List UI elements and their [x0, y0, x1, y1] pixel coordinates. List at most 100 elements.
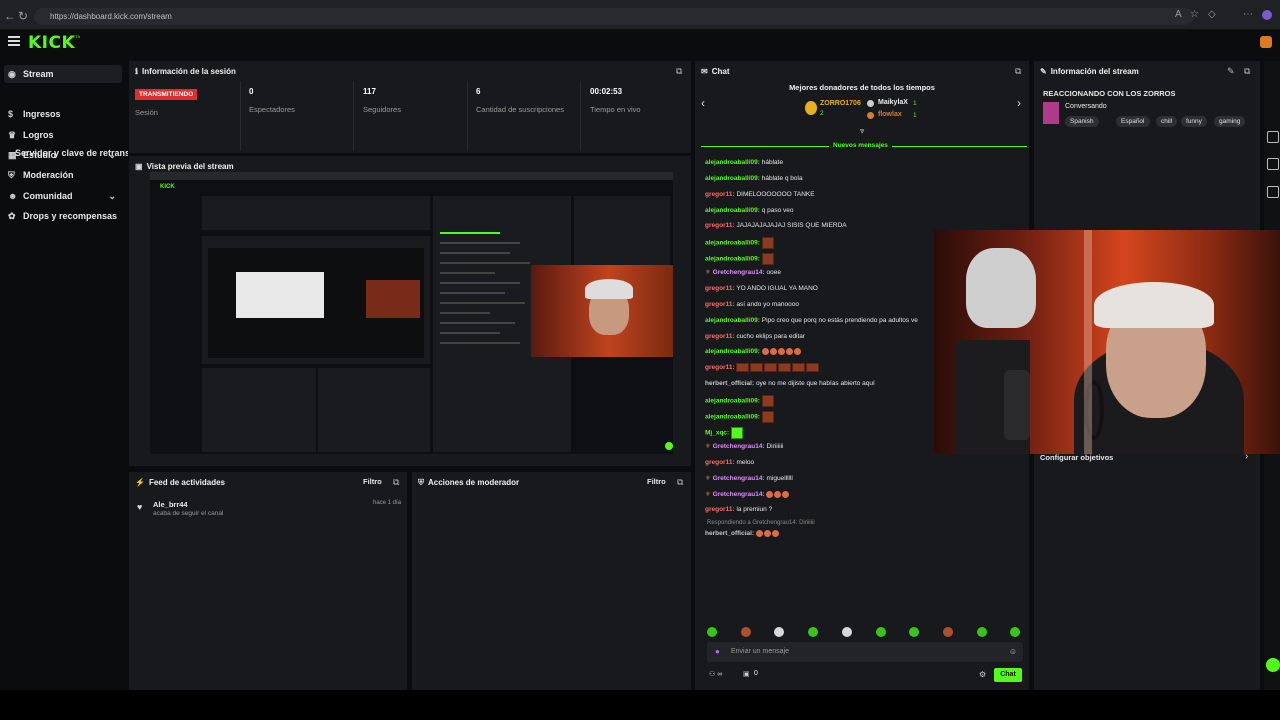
chat-username[interactable]: alejandroaballi09:: [705, 256, 760, 263]
chat-username[interactable]: Gretchengrau14:: [713, 269, 765, 276]
edit-icon[interactable]: ✎: [1227, 66, 1235, 77]
badge-icon: ⚜: [705, 475, 713, 482]
session-label: Sesión: [135, 108, 158, 117]
emote-shortcut-icon[interactable]: [942, 627, 953, 637]
category-thumbnail[interactable]: [1043, 102, 1059, 124]
back-icon[interactable]: ←: [4, 9, 16, 23]
sidebar-item-community[interactable]: ☻ Comunidad ⌄: [4, 187, 122, 205]
chat-message: ⚜ Gretchengrau14: ooee: [705, 268, 781, 278]
chat-username[interactable]: gregor11:: [705, 222, 735, 229]
chat-text: Diriiiiii: [766, 443, 784, 450]
emote-shortcut-icon[interactable]: [740, 627, 751, 637]
profile-icon[interactable]: [1262, 10, 1272, 20]
chat-username[interactable]: gregor11:: [705, 301, 735, 308]
popout-icon[interactable]: ⧉: [1244, 66, 1250, 77]
chat-username[interactable]: gregor11:: [705, 285, 735, 292]
sidebar-item-drops[interactable]: ✿ Drops y recompensas: [4, 207, 122, 225]
tag: chill: [1156, 116, 1178, 127]
emote-shortcut-icon[interactable]: [808, 627, 819, 637]
chat-send-button[interactable]: Chat: [994, 668, 1022, 682]
chat-username[interactable]: alejandroaballi09:: [705, 159, 760, 166]
chat-username[interactable]: herbert_official:: [705, 380, 754, 387]
stream-preview-video[interactable]: KICK: [150, 172, 673, 454]
category-name[interactable]: Conversando: [1065, 103, 1107, 110]
sidebar-item-studio[interactable]: ▦ Estudio ⌄: [4, 146, 122, 164]
chat-username[interactable]: alejandroaballi09:: [705, 240, 760, 247]
emote-shortcut-icon[interactable]: [1010, 627, 1021, 637]
preview-nested-webcam: [366, 280, 420, 318]
star-icon[interactable]: ☆: [1190, 9, 1199, 20]
gift-icon[interactable]: ▣: [743, 670, 750, 678]
chat-username[interactable]: Mj_xqc:: [705, 430, 729, 437]
chat-username[interactable]: alejandroaballi09:: [705, 398, 760, 405]
sidebar-item-moderation[interactable]: ⛨ Moderación: [4, 166, 122, 184]
emote-shortcut-icon[interactable]: [976, 627, 987, 637]
chat-username[interactable]: Gretchengrau14:: [713, 491, 765, 498]
translate-icon[interactable]: A: [1175, 9, 1182, 20]
rail-button[interactable]: [1267, 158, 1279, 170]
chat-message: alejandroaballi09: háblate: [705, 158, 783, 168]
chat-username[interactable]: gregor11:: [705, 506, 735, 513]
extensions-icon[interactable]: ◇: [1208, 9, 1216, 20]
user-avatar[interactable]: [1260, 36, 1272, 48]
emote-shortcut-icon[interactable]: [774, 627, 785, 637]
rail-button[interactable]: [1267, 131, 1279, 143]
chat-bubble-icon[interactable]: [1266, 658, 1280, 672]
sidebar-item-stream[interactable]: ◉ Stream: [4, 65, 122, 83]
emoji-icon[interactable]: ☺: [1009, 642, 1017, 662]
filter-button[interactable]: Filtro: [647, 477, 666, 486]
hamburger-menu-icon[interactable]: [8, 36, 20, 46]
activity-user[interactable]: Ale_brr44: [153, 500, 188, 509]
chat-username[interactable]: alejandroaballi09:: [705, 348, 760, 355]
emote-shortcut-icon[interactable]: [875, 627, 886, 637]
popout-icon[interactable]: ⧉: [677, 477, 683, 488]
chat-message: alejandroaballi09:: [705, 395, 775, 407]
line: [440, 252, 510, 254]
donor-name[interactable]: ZORRO1706: [820, 100, 861, 107]
emoji-icon: [771, 529, 779, 537]
emote-shortcut-icon[interactable]: [909, 627, 920, 637]
chat-username[interactable]: alejandroaballi09:: [705, 175, 760, 182]
configure-goals[interactable]: Configurar objetivos: [1040, 453, 1113, 462]
donors-title: Mejores donadores de todos los tiempos: [789, 83, 935, 92]
filter-button[interactable]: Filtro: [363, 477, 382, 486]
chat-input[interactable]: ● Enviar un mensaje ☺: [707, 642, 1023, 662]
chat-username[interactable]: herbert_official:: [705, 530, 754, 537]
chat-message: alejandroaballi09:: [705, 237, 775, 249]
chat-text: JAJAJAJAJAJAJ SISIS QUE MIERDA: [736, 222, 847, 229]
chevron-right-icon[interactable]: ›: [1017, 96, 1021, 110]
chat-username[interactable]: alejandroaballi09:: [705, 317, 760, 324]
preview-logo: KICK: [160, 184, 175, 190]
menu-dots-icon[interactable]: ⋯: [1243, 9, 1253, 20]
chat-username[interactable]: gregor11:: [705, 364, 735, 371]
emote-shortcut-icon[interactable]: [841, 627, 852, 637]
chat-username[interactable]: gregor11:: [705, 191, 735, 198]
sidebar-item-achievements[interactable]: ♛ Logros: [4, 126, 122, 144]
popout-icon[interactable]: ⧉: [676, 66, 682, 77]
stat-label: Seguidores: [363, 105, 401, 114]
donor-name[interactable]: MaikylaX: [878, 99, 908, 106]
community-icon[interactable]: ⚇ ∞: [709, 670, 722, 678]
sidebar-item-revenue[interactable]: $ Ingresos: [4, 105, 122, 123]
popout-icon[interactable]: ⧉: [1015, 66, 1021, 77]
bronze-medal-icon: [867, 112, 874, 119]
chat-username[interactable]: Gretchengrau14:: [713, 475, 765, 482]
microphone-icon[interactable]: ●: [715, 642, 720, 662]
chat-message: herbert_official:: [705, 529, 780, 539]
rail-button[interactable]: [1267, 186, 1279, 198]
chevron-left-icon[interactable]: ‹: [701, 96, 705, 110]
chat-username[interactable]: Gretchengrau14:: [713, 443, 765, 450]
kick-logo[interactable]: KICK: [28, 33, 75, 53]
popout-icon[interactable]: ⧉: [393, 477, 399, 488]
chat-username[interactable]: alejandroaballi09:: [705, 414, 760, 421]
reload-icon[interactable]: ↻: [18, 9, 28, 23]
chat-username[interactable]: gregor11:: [705, 459, 735, 466]
settings-icon[interactable]: ⚙: [979, 670, 986, 679]
chat-username[interactable]: alejandroaballi09:: [705, 207, 760, 214]
address-bar[interactable]: https://dashboard.kick.com/stream: [34, 8, 1194, 25]
emote-shortcut-icon[interactable]: [707, 627, 717, 637]
chat-username[interactable]: gregor11:: [705, 333, 735, 340]
donor-name[interactable]: flowlax: [878, 111, 902, 118]
collapse-icon[interactable]: ⩔: [860, 126, 865, 136]
activity-time: hace 1 día: [373, 500, 402, 506]
